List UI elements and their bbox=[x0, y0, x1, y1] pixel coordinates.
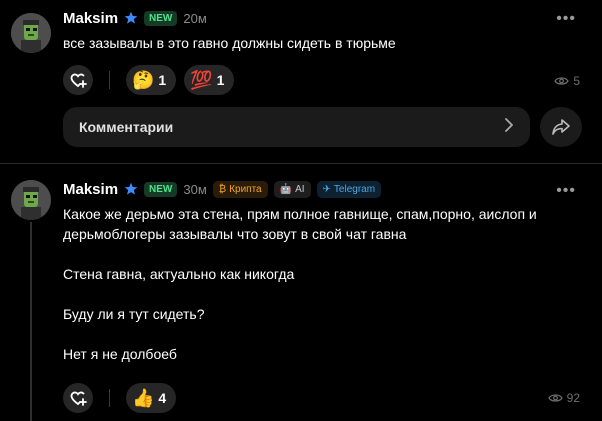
hundred-points-icon: 💯 bbox=[190, 70, 213, 90]
share-arrow-icon bbox=[552, 119, 570, 135]
reaction-chip[interactable]: 🤔 1 bbox=[126, 65, 177, 95]
avatar[interactable] bbox=[11, 13, 51, 53]
avatar-image bbox=[11, 180, 51, 220]
post-paragraph: Буду ли я тут сидеть? bbox=[63, 306, 205, 322]
bitcoin-icon: ₿ bbox=[218, 183, 227, 195]
share-button[interactable] bbox=[540, 107, 582, 147]
views-counter: 92 bbox=[547, 391, 580, 405]
eye-icon bbox=[554, 77, 570, 85]
divider bbox=[109, 71, 110, 89]
add-reaction-button[interactable] bbox=[63, 383, 93, 413]
divider bbox=[109, 389, 110, 407]
heart-plus-icon bbox=[70, 73, 87, 88]
add-reaction-button[interactable] bbox=[63, 65, 93, 95]
reaction-chip[interactable]: 👍 4 bbox=[126, 383, 177, 413]
post-paragraph: Нет я не долбоеб bbox=[63, 346, 177, 362]
post: Maksim NEW 20м ••• все зазывалы в это га… bbox=[0, 0, 602, 163]
thumbs-up-icon: 👍 bbox=[132, 388, 155, 408]
views-count: 92 bbox=[566, 391, 580, 405]
post-time: 20м bbox=[183, 10, 207, 26]
tag-label: AI bbox=[295, 183, 305, 195]
thread-line bbox=[30, 222, 32, 421]
post-actions: 🤔 1 💯 1 bbox=[63, 65, 235, 95]
thinking-face-icon: 🤔 bbox=[132, 70, 155, 90]
tag-ai[interactable]: 🤖 AI bbox=[273, 180, 311, 198]
post-actions: 👍 4 bbox=[63, 383, 177, 413]
tag-label: Крипта bbox=[229, 183, 262, 195]
robot-icon: 🤖 bbox=[279, 183, 293, 195]
telegram-icon: ✈ bbox=[322, 183, 331, 195]
comments-button[interactable]: Комментарии bbox=[63, 107, 530, 147]
post-paragraph: Стена гавна, актуально как никогда bbox=[63, 266, 295, 282]
post: Maksim NEW 30м ₿ Крипта 🤖 AI ✈ Telegram … bbox=[0, 164, 602, 421]
post-paragraph: все зазывалы в это гавно должны сидеть в… bbox=[63, 35, 396, 51]
more-dots-icon[interactable]: ••• bbox=[556, 182, 576, 200]
reaction-count: 1 bbox=[216, 72, 225, 88]
verified-star-icon bbox=[124, 182, 138, 195]
verified-star-icon bbox=[124, 11, 138, 24]
post-time: 30м bbox=[183, 181, 207, 197]
post-header: Maksim NEW 30м ₿ Крипта 🤖 AI ✈ Telegram bbox=[63, 179, 382, 199]
chevron-right-icon bbox=[504, 117, 514, 137]
tag-label: Telegram bbox=[333, 183, 376, 195]
comments-label: Комментарии bbox=[79, 119, 174, 135]
tag-telegram[interactable]: ✈ Telegram bbox=[316, 180, 382, 198]
new-badge: NEW bbox=[144, 10, 178, 26]
author-name[interactable]: Maksim bbox=[63, 181, 118, 198]
reaction-chip[interactable]: 💯 1 bbox=[184, 65, 235, 95]
avatar[interactable] bbox=[11, 180, 51, 220]
views-counter: 5 bbox=[554, 74, 580, 88]
post-paragraph: Какое же дерьмо эта стена, прям полное г… bbox=[63, 206, 537, 242]
views-count: 5 bbox=[573, 74, 580, 88]
post-text: все зазывалы в это гавно должны сидеть в… bbox=[63, 33, 583, 53]
author-name[interactable]: Maksim bbox=[63, 10, 118, 27]
more-dots-icon[interactable]: ••• bbox=[556, 10, 576, 28]
post-header: Maksim NEW 20м bbox=[63, 8, 207, 28]
post-text: Какое же дерьмо эта стена, прям полное г… bbox=[63, 204, 583, 364]
reaction-count: 1 bbox=[158, 72, 167, 88]
reaction-count: 4 bbox=[158, 390, 167, 406]
avatar-image bbox=[11, 13, 51, 53]
heart-plus-icon bbox=[70, 391, 87, 406]
new-badge: NEW bbox=[144, 181, 178, 197]
tag-crypto[interactable]: ₿ Крипта bbox=[212, 180, 268, 198]
eye-icon bbox=[547, 394, 563, 402]
